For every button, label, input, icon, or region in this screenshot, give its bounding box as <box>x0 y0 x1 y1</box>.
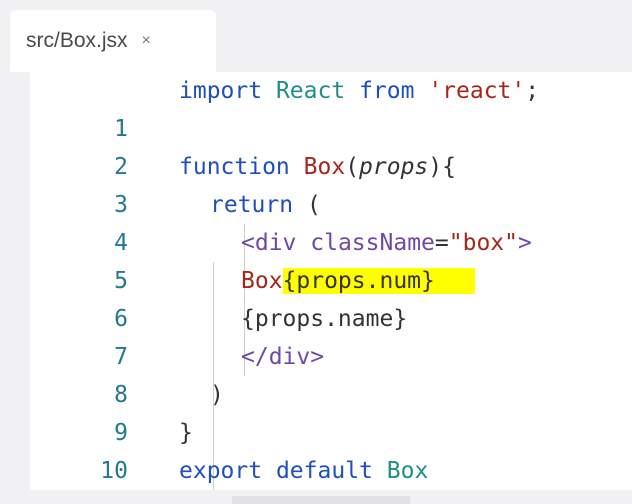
code-line-8: 8 </div> <box>30 338 632 408</box>
line-content: return ( <box>210 192 321 218</box>
code-line-1: 1 import React from 'react'; <box>30 72 632 142</box>
code-line-6: 6 Box{props.num} <box>30 262 632 332</box>
line-content: </div> <box>241 344 325 370</box>
code-line-3: 3 function Box(props){ <box>30 148 632 218</box>
code-line-5: 5 <div className="box"> <box>30 224 632 294</box>
tab-box-jsx[interactable]: src/Box.jsx × <box>10 10 216 72</box>
close-icon[interactable]: × <box>142 33 151 49</box>
code-line-9: 9 ) <box>30 376 632 446</box>
code-line-10: 10 } <box>30 414 632 484</box>
code-editor[interactable]: 1 import React from 'react'; 2 3 functio… <box>30 72 632 504</box>
tab-filename: src/Box.jsx <box>26 29 128 52</box>
line-content: import React from 'react'; <box>179 78 540 104</box>
line-content: function Box(props){ <box>179 154 456 180</box>
editor-window: src/Box.jsx × 1 import React from 'react… <box>0 0 632 504</box>
highlighted-expression: {props.num} <box>282 268 475 294</box>
line-content: export default Box <box>179 458 429 484</box>
line-content: {props.name} <box>241 306 408 332</box>
code-line-4: 4 return ( <box>30 186 632 256</box>
line-content: } <box>179 420 193 446</box>
code-line-7: 7 {props.name} <box>30 300 632 370</box>
horizontal-scrollbar[interactable] <box>232 496 410 504</box>
line-content: ) <box>210 382 224 408</box>
line-content: Box{props.num} <box>241 262 475 300</box>
code-line-2: 2 <box>30 110 632 180</box>
line-content: <div className="box"> <box>241 230 532 256</box>
code-line-11: 11 export default Box <box>30 452 632 504</box>
